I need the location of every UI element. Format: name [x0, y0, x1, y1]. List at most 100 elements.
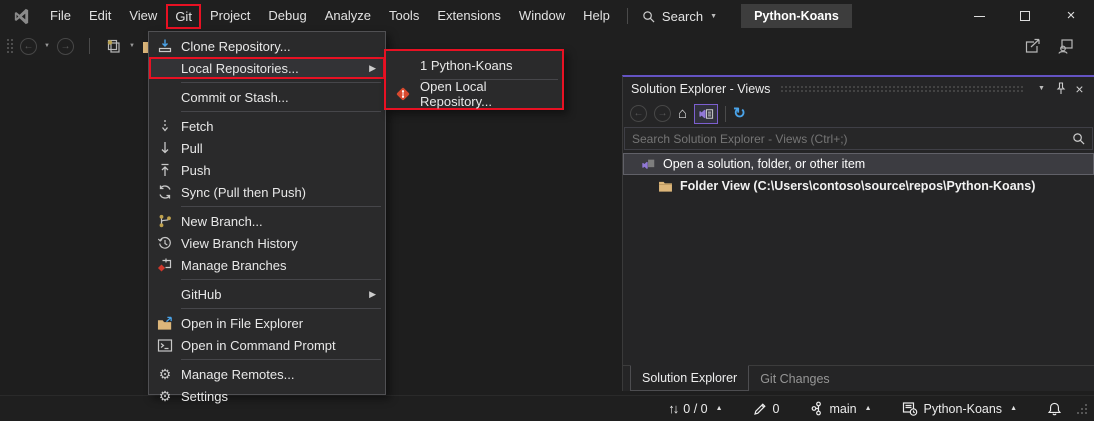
- explorer-back-button[interactable]: ←: [630, 105, 647, 122]
- new-project-caret-icon[interactable]: ▼: [129, 43, 135, 49]
- panel-drag-texture[interactable]: [780, 85, 1024, 94]
- menu-extensions[interactable]: Extensions: [428, 3, 510, 29]
- feedback-icon[interactable]: [1057, 38, 1074, 54]
- menu-item-sync[interactable]: Sync (Pull then Push): [149, 181, 385, 203]
- submenu-arrow-icon: ▶: [369, 63, 376, 74]
- navigate-back-button[interactable]: ←: [20, 38, 37, 55]
- menu-help[interactable]: Help: [574, 3, 619, 29]
- local-repositories-submenu: 1 Python-Koans Open Local Repository...: [384, 49, 564, 110]
- toolbar-grip[interactable]: [6, 38, 13, 55]
- menu-item-label: Open in Command Prompt: [181, 338, 336, 353]
- current-branch-button[interactable]: main ▲: [810, 401, 872, 416]
- menu-window[interactable]: Window: [510, 3, 574, 29]
- menu-item-push[interactable]: Push: [149, 159, 385, 181]
- menu-item-label: Clone Repository...: [181, 39, 291, 54]
- sync-icon: [149, 184, 181, 200]
- tab-git-changes[interactable]: Git Changes: [749, 366, 840, 391]
- visual-studio-item-icon: [641, 158, 656, 171]
- menu-item-label: Manage Remotes...: [181, 367, 294, 382]
- panel-close-button[interactable]: ×: [1070, 79, 1089, 98]
- menu-item-clone-repository[interactable]: Clone Repository...: [149, 35, 385, 57]
- panel-title-bar[interactable]: Solution Explorer - Views ▼ ×: [623, 77, 1094, 100]
- menu-separator: [181, 308, 381, 309]
- home-icon[interactable]: ⌂: [678, 106, 687, 121]
- menu-debug[interactable]: Debug: [259, 3, 315, 29]
- menu-item-label: New Branch...: [181, 214, 263, 229]
- panel-toolbar-separator: [725, 106, 726, 122]
- menu-item-new-branch[interactable]: New Branch...: [149, 210, 385, 232]
- folder-icon: [658, 180, 673, 192]
- resize-grip[interactable]: [1076, 403, 1088, 415]
- menu-item-label: Pull: [181, 141, 203, 156]
- menu-item-label: Settings: [181, 389, 228, 404]
- menu-git[interactable]: Git: [166, 4, 201, 29]
- panel-bottom-tabs: Solution Explorer Git Changes: [623, 365, 1094, 391]
- visual-studio-logo-icon: [12, 7, 31, 26]
- menu-separator: [181, 359, 381, 360]
- explorer-search-input[interactable]: [625, 132, 1065, 146]
- menu-tools[interactable]: Tools: [380, 3, 428, 29]
- tree-item-folder-view[interactable]: Folder View (C:\Users\contoso\source\rep…: [623, 175, 1094, 197]
- search-control[interactable]: Search ▼: [636, 9, 723, 24]
- submenu-item-python-koans[interactable]: 1 Python-Koans: [386, 54, 562, 77]
- menu-analyze[interactable]: Analyze: [316, 3, 380, 29]
- menu-item-label: Open in File Explorer: [181, 316, 303, 331]
- menu-project[interactable]: Project: [201, 3, 259, 29]
- share-icon[interactable]: [1024, 38, 1041, 54]
- search-icon[interactable]: [1065, 132, 1092, 145]
- open-file-explorer-icon: [149, 316, 181, 331]
- menu-item-github[interactable]: GitHub ▶: [149, 283, 385, 305]
- menu-item-open-in-command-prompt[interactable]: Open in Command Prompt: [149, 334, 385, 356]
- tab-solution-explorer[interactable]: Solution Explorer: [630, 365, 749, 391]
- menu-item-commit-or-stash[interactable]: Commit or Stash...: [149, 86, 385, 108]
- chevron-up-icon: ▲: [1010, 405, 1017, 412]
- pin-button[interactable]: [1051, 79, 1070, 98]
- menu-item-pull[interactable]: Pull: [149, 137, 385, 159]
- menu-separator: [181, 279, 381, 280]
- active-document-badge[interactable]: Python-Koans: [741, 4, 852, 28]
- refresh-icon[interactable]: ↻: [733, 106, 746, 121]
- menu-item-local-repositories[interactable]: Local Repositories... ▶: [149, 57, 385, 79]
- search-icon: [642, 10, 655, 23]
- window-position-button[interactable]: ▼: [1032, 79, 1051, 98]
- switch-views-button[interactable]: [694, 104, 718, 124]
- panel-title: Solution Explorer - Views: [631, 82, 770, 96]
- bell-icon: [1047, 401, 1062, 417]
- menu-item-view-branch-history[interactable]: View Branch History: [149, 232, 385, 254]
- sync-count: 0 / 0: [683, 402, 707, 416]
- menu-item-label: Commit or Stash...: [181, 90, 289, 105]
- tree-item-label: Open a solution, folder, or other item: [663, 157, 865, 171]
- explorer-forward-button[interactable]: →: [654, 105, 671, 122]
- chevron-down-icon: ▼: [1038, 85, 1045, 92]
- maximize-button[interactable]: [1002, 0, 1048, 32]
- menu-item-manage-remotes[interactable]: ⚙ Manage Remotes...: [149, 363, 385, 385]
- manage-branches-icon: [149, 257, 181, 273]
- pin-icon: [1055, 82, 1067, 95]
- menu-item-label: Sync (Pull then Push): [181, 185, 306, 200]
- menu-edit[interactable]: Edit: [80, 3, 120, 29]
- sync-status-button[interactable]: ↑↓ 0 / 0 ▲: [668, 401, 722, 416]
- menu-item-label: Fetch: [181, 119, 214, 134]
- gear-icon: ⚙: [149, 367, 181, 381]
- menu-item-label: Local Repositories...: [181, 61, 299, 76]
- submenu-item-open-local-repository[interactable]: Open Local Repository...: [386, 82, 562, 105]
- current-repository-button[interactable]: Python-Koans ▲: [902, 401, 1017, 416]
- menu-item-manage-branches[interactable]: Manage Branches: [149, 254, 385, 276]
- menu-item-open-in-file-explorer[interactable]: Open in File Explorer: [149, 312, 385, 334]
- navigate-forward-button[interactable]: →: [57, 38, 74, 55]
- menu-view[interactable]: View: [120, 3, 166, 29]
- new-project-button[interactable]: [105, 38, 122, 55]
- close-button[interactable]: ×: [1048, 0, 1094, 32]
- navigate-back-caret-icon[interactable]: ▼: [44, 43, 50, 49]
- menu-item-fetch[interactable]: Fetch: [149, 115, 385, 137]
- pending-edits-button[interactable]: 0: [753, 402, 780, 416]
- menu-separator: [181, 82, 381, 83]
- menu-file[interactable]: File: [41, 3, 80, 29]
- notifications-button[interactable]: [1047, 401, 1062, 417]
- minimize-button[interactable]: [956, 0, 1002, 32]
- git-menu: Clone Repository... Local Repositories..…: [148, 31, 386, 395]
- menu-item-settings[interactable]: ⚙ Settings: [149, 385, 385, 407]
- sync-arrows-icon: ↑↓: [668, 401, 677, 416]
- search-label: Search: [662, 9, 703, 24]
- tree-item-open-solution[interactable]: Open a solution, folder, or other item: [623, 153, 1094, 175]
